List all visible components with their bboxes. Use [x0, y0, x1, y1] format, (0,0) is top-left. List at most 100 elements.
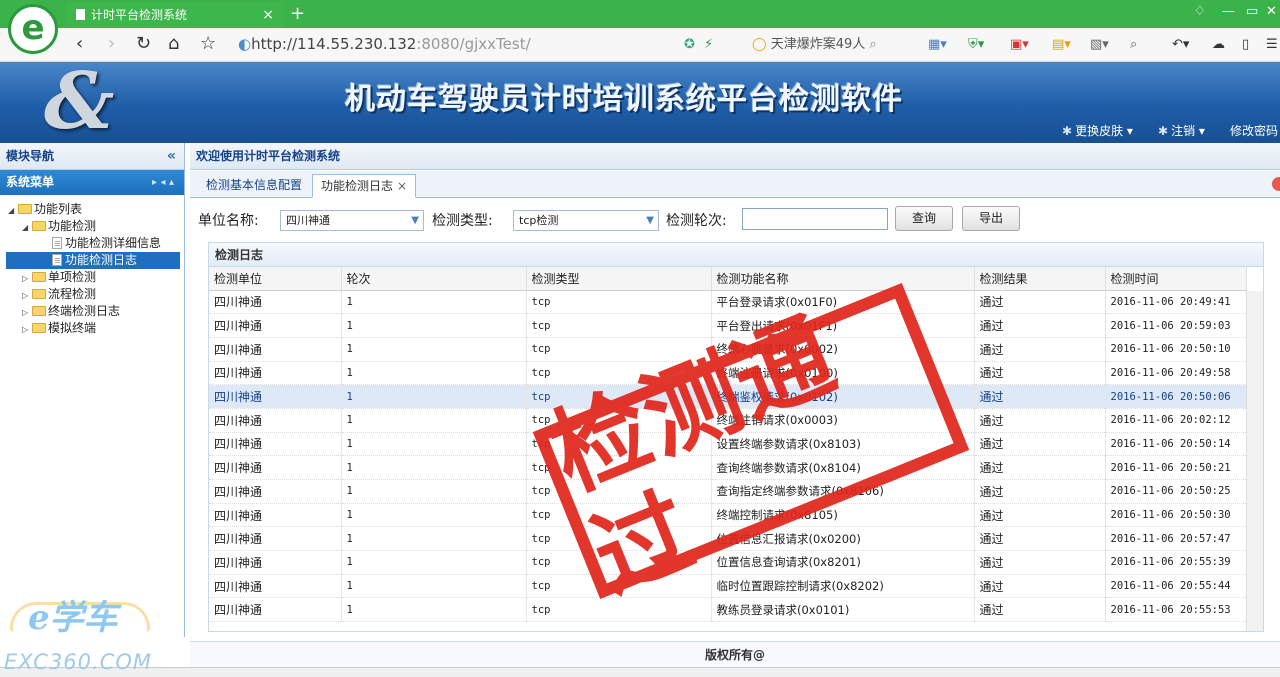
close-tab-icon[interactable]: × — [262, 2, 274, 28]
chevron-down-icon: ▼ — [646, 215, 654, 226]
tab-basic-config[interactable]: 检测基本信息配置 — [198, 174, 310, 198]
folder-icon — [32, 323, 46, 333]
skin-icon[interactable]: ♢ — [1194, 4, 1206, 19]
tree-node-terminal-log[interactable]: ▷ 终端检测日志 — [0, 303, 184, 320]
collapse-toggle-icon[interactable]: ▷ — [22, 287, 32, 304]
close-window-icon[interactable]: ✕ — [1266, 4, 1277, 19]
table-cell: 2016-11-06 20:50:14 — [1105, 432, 1247, 457]
tree-node-test-log[interactable]: 功能检测日志 — [6, 252, 180, 269]
forward-icon[interactable]: › — [108, 34, 115, 54]
browser-tab-bar: 计时平台检测系统 × + ♢ — ▭ ✕ — [0, 0, 1280, 28]
table-cell: 四川神通 — [209, 384, 342, 409]
expand-toggle-icon[interactable]: ◢ — [22, 219, 32, 236]
address-bar[interactable]: ◐http://114.55.230.132:8080/gjxxTest/ — [238, 35, 678, 55]
logout-button[interactable]: ✱ 注销 ▾ — [1158, 122, 1205, 140]
translate-icon[interactable]: ▤▾ — [1052, 36, 1071, 54]
cloud-icon[interactable]: ☁ — [1212, 36, 1225, 54]
table-cell: 1 — [341, 290, 527, 315]
table-cell: 2016-11-06 20:50:25 — [1105, 479, 1247, 504]
table-cell: 通过 — [974, 526, 1106, 552]
table-cell: 四川神通 — [209, 455, 342, 480]
table-row[interactable]: 四川神通 1 tcp 临时位置跟踪控制请求(0x8202) 通过 2016-11-06 2… — [209, 574, 1247, 599]
unit-select[interactable]: 四川神通 ▼ — [280, 210, 424, 231]
new-tab-button[interactable]: + — [290, 2, 305, 26]
column-header-unit[interactable]: 检测单位 — [209, 267, 342, 291]
vertical-scrollbar[interactable] — [1246, 291, 1263, 631]
table-row[interactable]: 四川神通 1 tcp 平台登录请求(0x01F0) 通过 2016-11-06 20:49… — [209, 290, 1247, 315]
tree-node-flow-test[interactable]: ▷ 流程检测 — [0, 286, 184, 303]
type-select[interactable]: tcp检测 ▼ — [513, 210, 659, 231]
filter-form: 单位名称: 四川神通 ▼ 检测类型: tcp检测 ▼ 检测轮次: 查询 导出 — [190, 199, 1280, 239]
query-button[interactable]: 查询 — [895, 206, 953, 231]
sidebar-header: 模块导航 « — [0, 143, 184, 170]
table-cell: 2016-11-06 20:50:10 — [1105, 337, 1247, 362]
minimize-icon[interactable]: — — [1222, 4, 1235, 19]
table-cell: 四川神通 — [209, 408, 342, 433]
shield-icon[interactable]: ⛨▾ — [968, 36, 984, 54]
table-cell: 通过 — [974, 455, 1106, 480]
round-input[interactable] — [742, 208, 888, 230]
table-cell: 通过 — [974, 337, 1106, 362]
apps-icon[interactable]: ▦▾ — [928, 36, 947, 54]
change-password-button[interactable]: 修改密码 — [1230, 122, 1278, 140]
change-password-label: 修改密码 — [1230, 124, 1279, 138]
screenshot-icon[interactable]: ▧▾ — [1090, 36, 1109, 54]
favorite-star-icon[interactable]: ☆ — [200, 34, 216, 54]
column-header-result[interactable]: 检测结果 — [974, 267, 1106, 291]
table-cell: 2016-11-06 20:49:58 — [1105, 361, 1247, 386]
menu-icon[interactable]: ☰ — [1266, 36, 1278, 54]
table-cell: 1 — [341, 574, 527, 599]
collapse-toggle-icon[interactable]: ▷ — [22, 321, 32, 338]
search-text: 天津爆炸案49人 — [770, 37, 866, 52]
tab-test-log[interactable]: 功能检测日志 × — [312, 174, 417, 198]
system-menu-header[interactable]: 系统菜单 ▸ ◂ ▴ — [0, 170, 184, 195]
close-all-icon[interactable] — [1272, 177, 1280, 191]
change-skin-button[interactable]: ✱ 更换皮肤 ▾ — [1062, 122, 1133, 140]
app-title: 机动车驾驶员计时培训系统平台检测软件 — [345, 82, 903, 117]
search-icon[interactable]: ⌕ — [869, 37, 876, 52]
maximize-icon[interactable]: ▭ — [1246, 4, 1258, 19]
browser-tab[interactable]: 计时平台检测系统 × — [66, 2, 284, 28]
collapse-toggle-icon[interactable]: ▷ — [22, 304, 32, 321]
refresh-icon[interactable]: ↻ — [136, 34, 151, 54]
zoom-icon[interactable]: ⌕ — [1130, 36, 1137, 54]
table-cell: 通过 — [974, 290, 1106, 315]
close-tab-icon[interactable]: × — [397, 179, 407, 193]
tree-node-sim-terminal[interactable]: ▷ 模拟终端 — [0, 320, 184, 337]
table-cell: 2016-11-06 20:02:12 — [1105, 408, 1247, 433]
export-button[interactable]: 导出 — [962, 206, 1020, 231]
page-icon — [52, 254, 62, 266]
collapse-toggle-icon[interactable]: ▷ — [22, 270, 32, 287]
table-cell: 2016-11-06 20:59:03 — [1105, 313, 1247, 338]
lightning-icon[interactable]: ⚡ — [704, 36, 713, 54]
globe-icon: ◐ — [238, 35, 252, 53]
gear-icon: ✱ — [1062, 124, 1073, 138]
table-cell: 2016-11-06 20:55:39 — [1105, 550, 1247, 575]
tree-label: 终端检测日志 — [48, 304, 121, 318]
tree-label: 功能检测详细信息 — [65, 236, 162, 250]
column-header-time[interactable]: 检测时间 — [1105, 267, 1247, 291]
back-icon[interactable]: ‹ — [76, 34, 83, 54]
search-box[interactable]: ◯ 天津爆炸案49人 ⌕ — [752, 35, 912, 55]
tree-node-single-test[interactable]: ▷ 单项检测 — [0, 269, 184, 286]
expand-arrows-icon[interactable]: ▸ ◂ ▴ — [152, 170, 174, 195]
secure-icon[interactable]: ✪ — [684, 36, 695, 54]
table-cell: 四川神通 — [209, 574, 342, 599]
undo-icon[interactable]: ↶▾ — [1172, 36, 1189, 54]
collapse-sidebar-icon[interactable]: « — [167, 143, 176, 170]
table-cell: 1 — [341, 479, 527, 504]
home-icon[interactable]: ⌂ — [168, 34, 179, 54]
table-cell: 1 — [341, 384, 527, 409]
mobile-icon[interactable]: ▯ — [1242, 36, 1249, 54]
table-cell: 1 — [341, 361, 527, 386]
column-header-type[interactable]: 检测类型 — [526, 267, 712, 291]
adblock-icon[interactable]: ▣▾ — [1010, 36, 1029, 54]
tree-node-test-detail[interactable]: 功能检测详细信息 — [0, 235, 184, 252]
tree-node-function-list[interactable]: ◢ 功能列表 — [0, 201, 184, 218]
table-row[interactable]: 四川神通 1 tcp 教练员登录请求(0x0101) 通过 2016-11-06 20:5… — [209, 597, 1247, 623]
tree-node-function-test[interactable]: ◢ 功能检测 — [0, 218, 184, 235]
column-header-round[interactable]: 轮次 — [341, 267, 527, 291]
table-cell: 四川神通 — [209, 550, 342, 575]
expand-toggle-icon[interactable]: ◢ — [8, 202, 18, 219]
table-cell: 通过 — [974, 432, 1106, 457]
